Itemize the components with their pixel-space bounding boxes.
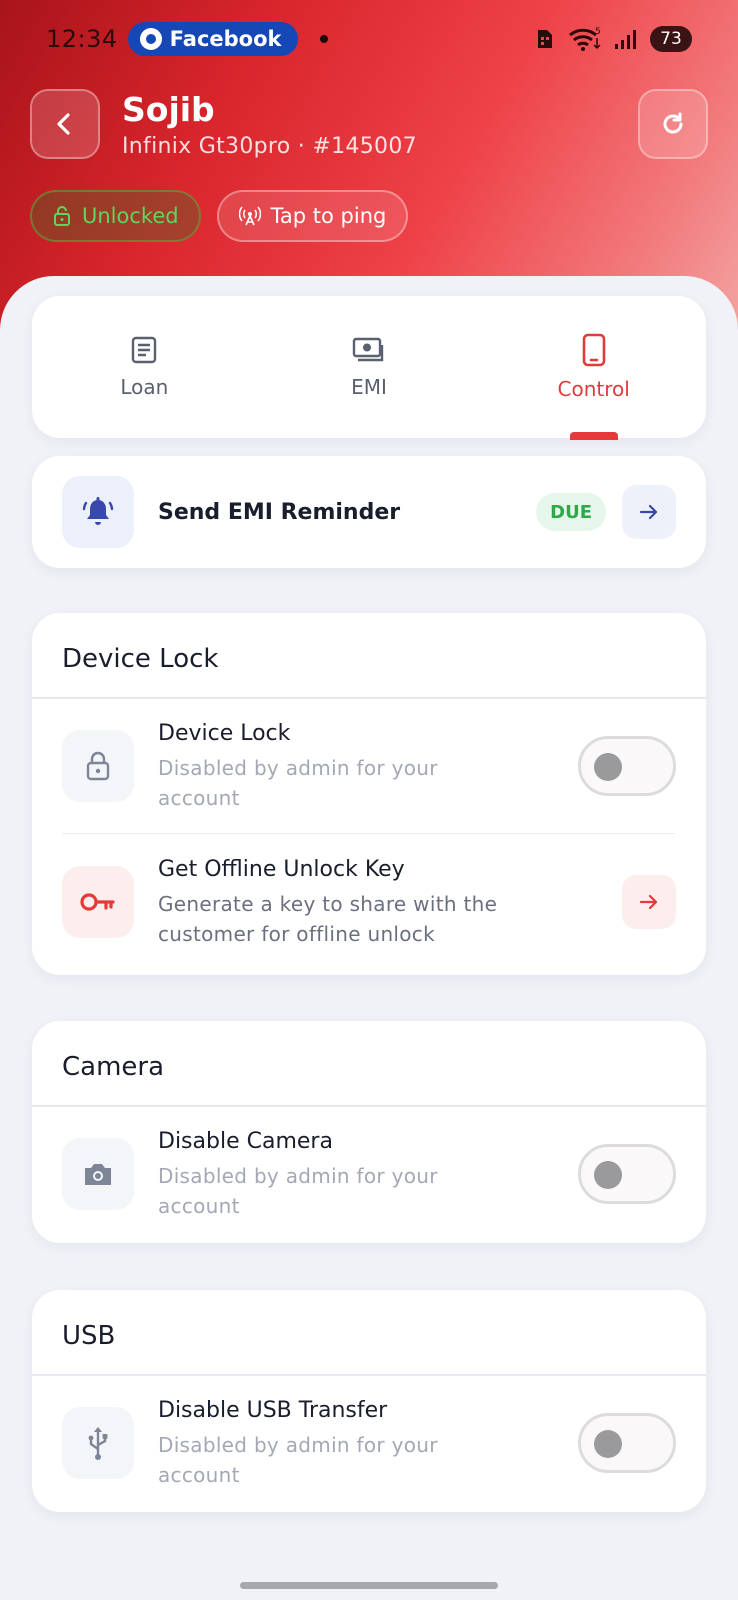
emi-reminder-card[interactable]: Send EMI Reminder DUE <box>32 456 706 568</box>
camera-icon <box>85 1164 111 1185</box>
notification-pill[interactable]: Facebook <box>127 22 298 56</box>
device-lock-icon-tile <box>62 730 134 802</box>
header-top-row: Sojib Infinix Gt30pro · #145007 <box>30 88 708 160</box>
lock-icon <box>86 751 110 781</box>
notification-dot <box>319 35 328 43</box>
tab-emi[interactable]: EMI <box>257 296 482 438</box>
usb-desc-line-2: account <box>158 1463 240 1487</box>
header-pills: Unlocked Tap to ping <box>30 190 409 242</box>
unlock-icon <box>54 206 70 226</box>
camera-icon-tile <box>62 1138 134 1210</box>
back-button[interactable] <box>30 89 100 159</box>
tab-bar: Loan EMI Control <box>32 296 706 440</box>
tab-loan-label: Loan <box>120 375 169 399</box>
notification-app-label: Facebook <box>169 27 282 51</box>
ping-button[interactable]: Tap to ping <box>216 190 409 242</box>
tab-control-label: Control <box>557 377 630 401</box>
svg-text:5: 5 <box>595 27 601 37</box>
disable-usb-toggle[interactable] <box>578 1413 676 1473</box>
title-block: Sojib Infinix Gt30pro · #145007 <box>122 90 638 159</box>
ping-label: Tap to ping <box>270 204 387 228</box>
camera-section-title: Camera <box>32 1021 706 1107</box>
device-lock-card: Device Lock Device Lock Disabled by admi… <box>32 613 706 975</box>
device-lock-desc-line-1: Disabled by admin for your <box>158 756 438 780</box>
key-icon <box>80 893 115 911</box>
camera-card: Camera Disable Camera Disabled by admin … <box>32 1021 706 1243</box>
device-lock-text: Device Lock Disabled by admin for your a… <box>158 719 578 813</box>
camera-text: Disable Camera Disabled by admin for you… <box>158 1127 578 1221</box>
device-lock-row: Device Lock Disabled by admin for your a… <box>32 699 706 833</box>
usb-icon-tile <box>62 1407 134 1479</box>
usb-text: Disable USB Transfer Disabled by admin f… <box>158 1396 578 1490</box>
arrow-right-icon <box>639 894 658 910</box>
device-lock-title: Device Lock <box>158 721 291 746</box>
usb-desc: Disabled by admin for your account <box>158 1430 578 1490</box>
device-lock-desc-line-2: account <box>158 786 240 810</box>
home-indicator[interactable] <box>240 1582 498 1589</box>
status-bar: 12:34 Facebook 5 73 <box>0 0 738 78</box>
refresh-button[interactable] <box>638 89 708 159</box>
wifi-icon: 5 <box>569 27 601 51</box>
status-time: 12:34 <box>46 25 118 53</box>
refresh-icon <box>663 112 683 134</box>
toggle-knob <box>594 1430 622 1458</box>
phone-icon <box>582 333 605 367</box>
tab-emi-label: EMI <box>351 375 387 399</box>
chevron-left-icon <box>57 113 70 135</box>
tab-control[interactable]: Control <box>481 296 706 440</box>
camera-title: Disable Camera <box>158 1129 333 1154</box>
reminder-label: Send EMI Reminder <box>158 499 401 525</box>
device-lock-desc: Disabled by admin for your account <box>158 753 578 813</box>
camera-desc-line-2: account <box>158 1194 240 1218</box>
reminder-icon-tile <box>62 476 134 548</box>
camera-desc: Disabled by admin for your account <box>158 1161 578 1221</box>
due-badge: DUE <box>536 493 606 531</box>
offline-key-icon-tile <box>62 866 134 938</box>
camera-desc-line-1: Disabled by admin for your <box>158 1164 438 1188</box>
reminder-go-button[interactable] <box>622 485 676 539</box>
offline-key-go-button[interactable] <box>622 875 676 929</box>
usb-section-title: USB <box>32 1290 706 1376</box>
active-tab-indicator <box>569 432 618 440</box>
battery-indicator: 73 <box>650 26 692 52</box>
toggle-knob <box>594 753 622 781</box>
disable-usb-row: Disable USB Transfer Disabled by admin f… <box>32 1376 706 1510</box>
signal-icon <box>615 30 636 49</box>
cash-icon <box>352 337 384 362</box>
usb-card: USB Disable USB Transfer Disabled by adm… <box>32 1290 706 1512</box>
offline-key-title: Get Offline Unlock Key <box>158 857 405 882</box>
customer-name: Sojib <box>122 89 215 129</box>
offline-key-desc-line-2: customer for offline unlock <box>158 922 435 946</box>
bell-ringing-icon <box>82 497 114 525</box>
chrome-icon <box>139 28 162 50</box>
unlocked-label: Unlocked <box>82 204 179 228</box>
toggle-knob <box>594 1161 622 1189</box>
disable-camera-toggle[interactable] <box>578 1144 676 1204</box>
offline-unlock-key-row[interactable]: Get Offline Unlock Key Generate a key to… <box>32 834 706 970</box>
arrow-right-icon <box>639 504 658 520</box>
antenna-icon <box>238 206 261 226</box>
disable-camera-row: Disable Camera Disabled by admin for you… <box>32 1107 706 1241</box>
device-lock-section-title: Device Lock <box>32 613 706 699</box>
device-info: Infinix Gt30pro · #145007 <box>122 133 417 159</box>
usb-icon <box>88 1427 108 1460</box>
unlocked-status-pill: Unlocked <box>30 190 201 242</box>
usb-title: Disable USB Transfer <box>158 1398 388 1423</box>
offline-key-text: Get Offline Unlock Key Generate a key to… <box>158 855 606 949</box>
tab-loan[interactable]: Loan <box>32 296 257 438</box>
offline-key-desc: Generate a key to share with the custome… <box>158 889 606 949</box>
offline-key-desc-line-1: Generate a key to share with the <box>158 892 498 916</box>
device-lock-toggle[interactable] <box>578 736 676 796</box>
status-icons: 5 73 <box>534 26 692 52</box>
sim-icon <box>538 30 552 48</box>
document-icon <box>132 336 157 364</box>
usb-desc-line-1: Disabled by admin for your <box>158 1433 438 1457</box>
